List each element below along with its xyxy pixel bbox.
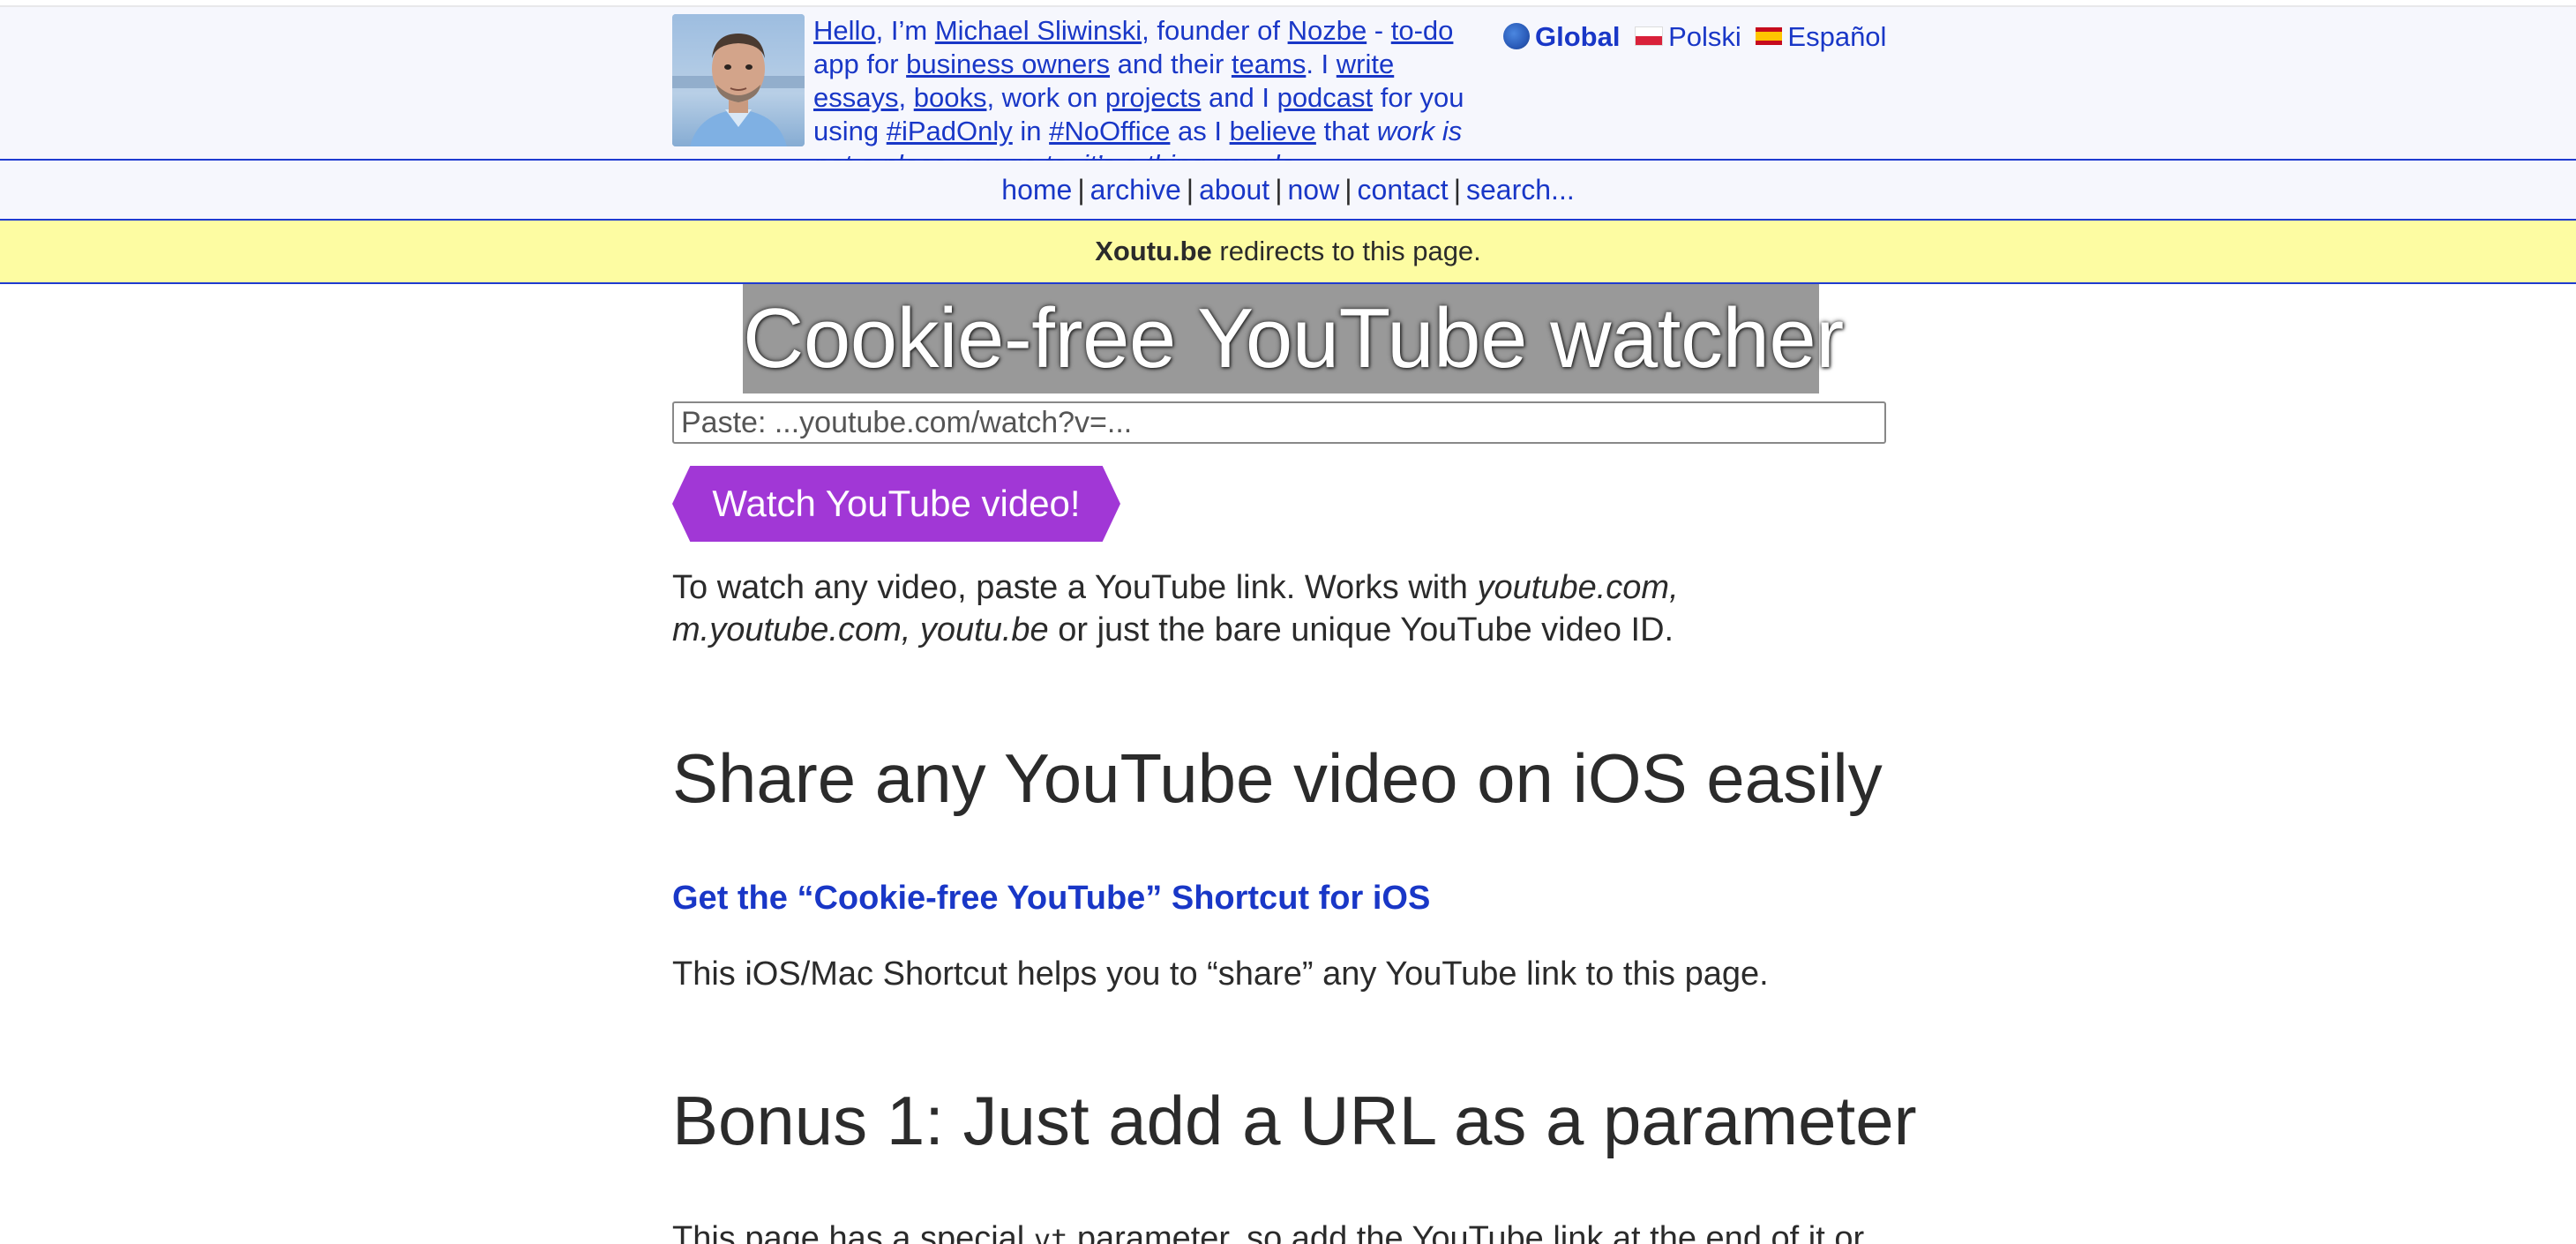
main-nav: home | archive | about | now | contact | search... <box>0 161 2576 221</box>
lang-espanol[interactable]: Español <box>1787 21 1886 52</box>
teams-link[interactable]: teams <box>1232 49 1306 79</box>
intro-text-that: that <box>1315 116 1377 146</box>
nav-separator: | <box>1344 174 1352 206</box>
nav-home[interactable]: home <box>1001 174 1072 206</box>
nav-search[interactable]: search... <box>1466 174 1575 206</box>
hello-link[interactable]: Hello <box>813 15 876 46</box>
nav-contact[interactable]: contact <box>1358 174 1449 206</box>
ipadonly-link[interactable]: #iPadOnly <box>887 116 1013 146</box>
desc-domains-1: youtube.com, <box>1477 569 1679 606</box>
avatar[interactable] <box>672 14 805 146</box>
business-owners-link[interactable]: business owners <box>906 49 1110 79</box>
nav-separator: | <box>1186 174 1194 206</box>
nooffice-link[interactable]: #NoOffice <box>1049 116 1170 146</box>
shortcut-description: This iOS/Mac Shortcut helps you to “shar… <box>672 955 1769 993</box>
notice-text: redirects to this page. <box>1211 236 1481 266</box>
todo-link[interactable]: to-do <box>1391 15 1454 46</box>
intro-text-founder: , founder of <box>1142 15 1288 46</box>
nav-separator: | <box>1275 174 1283 206</box>
avatar-portrait <box>672 14 805 146</box>
bonus-param-code: vt <box>1033 1223 1068 1244</box>
nav-archive[interactable]: archive <box>1090 174 1181 206</box>
desc-end: or just the bare unique YouTube video ID… <box>1048 611 1674 648</box>
lang-global[interactable]: Global <box>1535 21 1620 52</box>
intro-text: Hello, I’m Michael Sliwinski, founder of… <box>813 14 1484 182</box>
bonus-desc-start: This page has a special <box>672 1220 1034 1244</box>
intro-text-in: in <box>1012 116 1050 146</box>
believe-link[interactable]: believe <box>1230 116 1316 146</box>
podcast-link[interactable]: podcast <box>1277 82 1374 113</box>
spain-flag-icon <box>1756 26 1783 45</box>
redirect-notice: Xoutu.be redirects to this page. <box>0 221 2576 284</box>
intro-text-and-i: and I <box>1201 82 1277 113</box>
globe-icon <box>1503 22 1530 49</box>
instructions-text: To watch any video, paste a YouTube link… <box>672 566 1907 651</box>
watch-video-button[interactable]: Watch YouTube video! <box>672 466 1120 542</box>
name-link[interactable]: Michael Sliwinski <box>935 15 1142 46</box>
poland-flag-icon <box>1635 26 1664 46</box>
projects-link[interactable]: projects <box>1105 82 1202 113</box>
intro-text-im: , I’m <box>875 15 935 46</box>
nav-now[interactable]: now <box>1288 174 1340 206</box>
youtube-url-input[interactable] <box>672 401 1886 444</box>
desc-domains-2: m.youtube.com, youtu.be <box>672 611 1049 648</box>
intro-text-as-i: as I <box>1170 116 1230 146</box>
page-title: Cookie-free YouTube watcher <box>743 284 1844 393</box>
language-switcher: Global Polski Español <box>1503 20 1891 54</box>
desc-start: To watch any video, paste a YouTube link… <box>672 569 1478 606</box>
intro-text-app-for: app for <box>813 49 907 79</box>
shortcut-link[interactable]: Get the “Cookie-free YouTube” Shortcut f… <box>672 877 1430 919</box>
intro-text-i: . I <box>1306 49 1337 79</box>
nozbe-link[interactable]: Nozbe <box>1288 15 1367 46</box>
nav-separator: | <box>1453 174 1461 206</box>
intro-text-dash: - <box>1367 15 1391 46</box>
intro-text-and-their: and their <box>1110 49 1232 79</box>
bonus-desc-end: parameter, so add the YouTube link at th… <box>1067 1220 1865 1244</box>
nav-about[interactable]: about <box>1199 174 1269 206</box>
intro-text-work-on: , work on <box>986 82 1105 113</box>
books-link[interactable]: books <box>914 82 987 113</box>
bonus-heading: Bonus 1: Just add a URL as a parameter <box>672 1082 1917 1159</box>
lang-polski[interactable]: Polski <box>1668 21 1741 52</box>
site-header: Hello, I’m Michael Sliwinski, founder of… <box>0 7 2576 180</box>
notice-domain: Xoutu.be <box>1095 236 1212 266</box>
bonus-description: This page has a special vt parameter, so… <box>672 1218 1996 1244</box>
nav-separator: | <box>1077 174 1085 206</box>
share-heading: Share any YouTube video on iOS easily <box>672 739 1883 817</box>
intro-text-comma: , <box>898 82 914 113</box>
